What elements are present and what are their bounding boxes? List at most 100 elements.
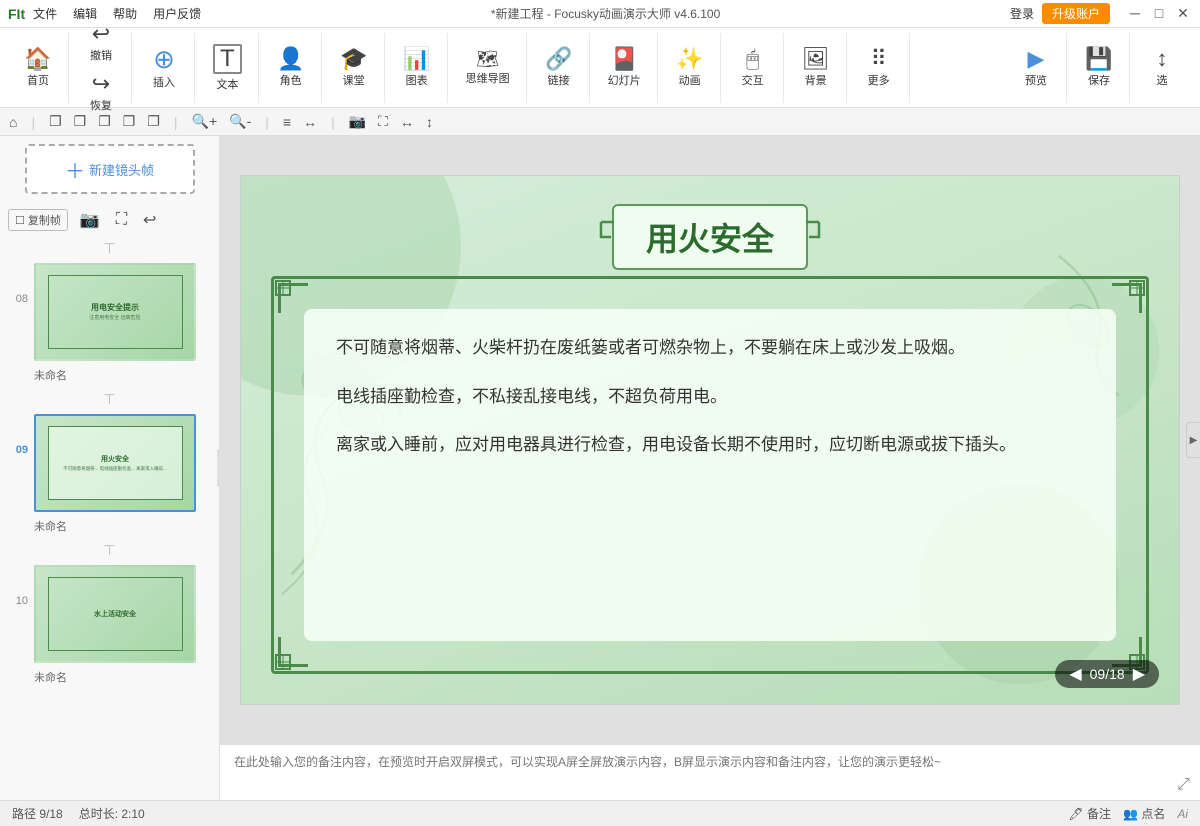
content-para-2: 电线插座勤检查，不私接乱接电线，不超负荷用电。 <box>336 382 1084 413</box>
toolbar-link[interactable]: 🔗 链接 <box>539 44 579 92</box>
t2-frame[interactable]: ⛶ <box>373 111 393 132</box>
toolbar-preview[interactable]: ▶ 预览 <box>1016 44 1056 92</box>
slide-title-box[interactable]: 用火安全 <box>612 204 808 270</box>
window-minimize[interactable]: ─ <box>1126 5 1144 22</box>
thumb-body-08: 注意用电安全 远离危险 <box>89 315 140 322</box>
sep-icon-09: ⊤ <box>103 391 115 408</box>
slide-num-10: 10 <box>8 565 28 607</box>
toolbar-group-more: ⠿ 更多 <box>849 33 910 103</box>
t2-paste[interactable]: ❐ <box>69 111 92 132</box>
interact-label: 交互 <box>742 72 764 88</box>
undo-icon: ↩ <box>92 23 110 45</box>
t2-zoomout[interactable]: 🔍- <box>224 111 256 132</box>
toolbar-group-save: 💾 保存 <box>1069 33 1130 103</box>
link-icon: 🔗 <box>545 48 572 70</box>
toolbar-home[interactable]: 🏠 首页 <box>18 44 58 92</box>
camera-btn[interactable]: 📷 <box>76 208 104 232</box>
more-label: 更多 <box>868 72 890 88</box>
toolbar-chart[interactable]: 📊 图表 <box>397 44 437 92</box>
slide-item-09[interactable]: 09 用火安全 不可随意将烟蒂... 电线插座勤检查... 离家或入睡前... <box>0 410 219 516</box>
chart-icon: 📊 <box>403 48 430 70</box>
notes-input[interactable] <box>234 753 1186 792</box>
slide-thumb-08[interactable]: 用电安全提示 注意用电安全 远离危险 <box>34 263 196 361</box>
more-icon: ⠿ <box>871 48 887 70</box>
login-button[interactable]: 登录 <box>1010 5 1034 22</box>
app-logo: FIt <box>8 6 25 22</box>
t2-cut[interactable]: ❐ <box>93 111 116 132</box>
toolbar-interact[interactable]: 🖱 交互 <box>733 44 773 92</box>
toolbar-save[interactable]: 💾 保存 <box>1079 44 1119 92</box>
t2-zoomin[interactable]: 🔍+ <box>187 111 223 132</box>
t2-sep2: | <box>169 112 183 132</box>
t2-flip[interactable]: ↕ <box>421 112 438 132</box>
slide-thumb-09[interactable]: 用火安全 不可随意将烟蒂... 电线插座勤检查... 离家或入睡前... <box>34 414 196 512</box>
sidebar-top: ＋ 新建镜头帧 <box>0 136 219 202</box>
slide-sep-08: ⊤ <box>0 238 219 259</box>
nav-next[interactable]: ▶ <box>1133 664 1145 684</box>
slide-canvas[interactable]: 用火安全 <box>240 175 1180 705</box>
home-icon: 🏠 <box>24 48 51 70</box>
slide-item-10[interactable]: 10 水上活动安全 <box>0 561 219 667</box>
slide-item-08[interactable]: 08 用电安全提示 注意用电安全 远离危险 <box>0 259 219 365</box>
copy-frame-btn[interactable]: ☐ 复制帧 <box>8 209 68 231</box>
toolbar-animation[interactable]: ✨ 动画 <box>670 44 710 92</box>
t2-align[interactable]: ≡ <box>278 112 296 132</box>
toolbar-classroom[interactable]: 🎓 课堂 <box>334 44 374 92</box>
points-btn[interactable]: 👥 点名 <box>1123 805 1165 822</box>
menu-feedback[interactable]: 用户反馈 <box>153 5 201 22</box>
t2-photo[interactable]: 📷 <box>344 111 371 132</box>
toolbar-role[interactable]: 👤 角色 <box>271 44 311 92</box>
canvas-area: ▶ <box>220 136 1200 800</box>
thumb-title-09: 用火安全 <box>101 454 129 464</box>
right-panel-collapse[interactable]: ▶ <box>1186 422 1200 458</box>
window-maximize[interactable]: □ <box>1150 5 1168 22</box>
thumb-body-09: 不可随意将烟蒂... 电线插座勤检查... 离家或入睡前... <box>63 466 167 472</box>
thumb-title-08: 用电安全提示 <box>91 302 139 313</box>
sep-icon-10: ⊤ <box>103 542 115 559</box>
notes-expand-button[interactable]: ⤢ <box>1177 776 1190 794</box>
ai-label[interactable]: Ai <box>1177 807 1188 821</box>
content-para-3: 离家或入睡前，应对用电器具进行检查，用电设备长期不使用时，应切断电源或拔下插头。 <box>336 430 1084 461</box>
t2-home[interactable]: ⌂ <box>4 112 22 132</box>
slide-sep-10: ⊤ <box>0 540 219 561</box>
t2-copy[interactable]: ❐ <box>44 111 67 132</box>
upgrade-button[interactable]: 升级账户 <box>1042 3 1110 24</box>
toolbar-group-undoredo: ↩ 撤销 ↪ 恢复 <box>71 33 132 103</box>
role-label: 角色 <box>280 72 302 88</box>
reset-btn[interactable]: ↩ <box>139 208 160 232</box>
t2-sep3: | <box>260 112 274 132</box>
toolbar-slides[interactable]: 🎴 幻灯片 <box>602 44 647 92</box>
toolbar-select[interactable]: ↕ 选 <box>1142 44 1182 92</box>
slide-thumb-10[interactable]: 水上活动安全 <box>34 565 196 663</box>
plus-icon: ＋ <box>65 155 85 184</box>
fullscreen-btn[interactable]: ⛶ <box>112 209 131 231</box>
menu-file[interactable]: 文件 <box>33 5 57 22</box>
insert-icon: ⊕ <box>153 46 175 72</box>
toolbar-redo[interactable]: ↪ 恢复 <box>81 69 121 117</box>
t2-distribute[interactable]: ↔ <box>298 112 322 132</box>
toolbar-insert[interactable]: ⊕ 插入 <box>144 42 184 94</box>
secondary-toolbar: ⌂ | ❐ ❐ ❐ ❐ ❐ | 🔍+ 🔍- | ≡ ↔ | 📷 ⛶ ↔ ↕ <box>0 108 1200 136</box>
slides-icon: 🎴 <box>610 48 637 70</box>
preview-icon: ▶ <box>1028 48 1045 70</box>
toolbar-background[interactable]: 🖼 背景 <box>796 44 836 92</box>
toolbar-mindmap[interactable]: 🗺 思维导图 <box>460 46 516 90</box>
toolbar-group-preview: ▶ 预览 <box>1006 33 1067 103</box>
t2-group[interactable]: ❐ <box>142 111 165 132</box>
background-icon: 🖼 <box>802 48 830 70</box>
new-frame-button[interactable]: ＋ 新建镜头帧 <box>25 144 195 194</box>
nav-prev[interactable]: ◀ <box>1069 664 1081 684</box>
notes-btn[interactable]: 🖊 备注 <box>1068 805 1111 822</box>
slide-name-09: 未命名 <box>0 516 219 540</box>
toolbar-undo[interactable]: ↩ 撤销 <box>81 19 121 67</box>
toolbar-group-classroom: 🎓 课堂 <box>324 33 385 103</box>
toolbar-more[interactable]: ⠿ 更多 <box>859 44 899 92</box>
save-label: 保存 <box>1088 72 1110 88</box>
canvas[interactable]: ▶ <box>220 136 1200 744</box>
slide-content-box[interactable]: 不可随意将烟蒂、火柴杆扔在废纸篓或者可燃杂物上，不要躺在床上或沙发上吸烟。 电线… <box>271 276 1149 674</box>
slides-label: 幻灯片 <box>608 72 641 88</box>
toolbar-text[interactable]: T 文本 <box>207 40 248 96</box>
t2-del[interactable]: ❐ <box>118 111 141 132</box>
t2-resize[interactable]: ↔ <box>395 112 419 132</box>
window-close[interactable]: ✕ <box>1174 5 1192 22</box>
